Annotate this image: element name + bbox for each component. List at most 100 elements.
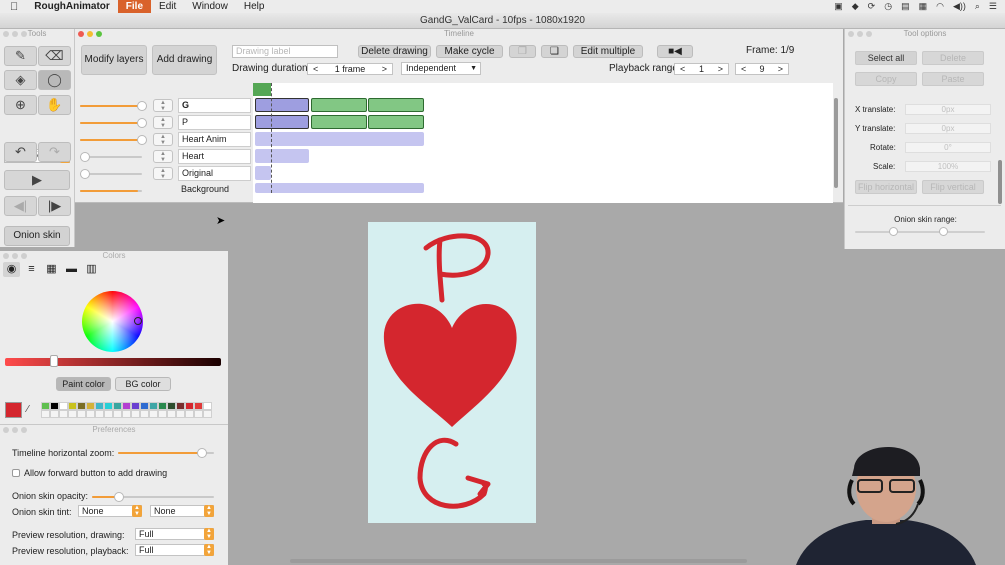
palette-swatch[interactable] <box>185 402 194 410</box>
menu-app-name[interactable]: RoughAnimator <box>26 0 118 13</box>
grid-icon[interactable]: ▦ <box>919 1 928 12</box>
scale-field[interactable]: 100% <box>905 161 991 172</box>
color-palettes-tab-icon[interactable]: ▦ <box>43 262 60 277</box>
eraser-tool-icon[interactable]: ⌫ <box>38 46 71 66</box>
range-start-decrement-icon[interactable]: < <box>680 64 685 74</box>
palette-swatch[interactable] <box>77 402 86 410</box>
layer-opacity-slider[interactable] <box>80 118 147 128</box>
color-wheel-tab-icon[interactable]: ◉ <box>3 262 20 277</box>
palette-swatch-empty[interactable] <box>149 410 158 418</box>
bg-color-button[interactable]: BG color <box>115 377 171 391</box>
palette-swatch[interactable] <box>176 402 185 410</box>
frame-cell[interactable] <box>311 98 367 112</box>
sync-icon[interactable]: ⟳ <box>868 1 876 12</box>
frame-cell[interactable] <box>255 132 424 146</box>
onion-tint-select-b[interactable]: None ▲ ▼ <box>150 505 214 517</box>
duration-increment-icon[interactable]: > <box>382 64 387 74</box>
layer-name-heart-anim[interactable]: Heart Anim <box>178 132 251 147</box>
undo-icon[interactable]: ↶ <box>4 142 37 162</box>
palette-swatch-empty[interactable] <box>158 410 167 418</box>
onion-skin-button[interactable]: Onion skin <box>4 226 70 246</box>
palette-swatch[interactable] <box>41 402 50 410</box>
flip-horizontal-button[interactable]: Flip horizontal <box>855 180 917 194</box>
palette-swatch[interactable] <box>203 402 212 410</box>
delete-selection-button[interactable]: Delete <box>922 51 984 65</box>
frame-cell[interactable] <box>311 115 367 129</box>
range-end-decrement-icon[interactable]: < <box>741 64 746 74</box>
canvas-horizontal-scrollbar[interactable] <box>290 559 747 563</box>
delete-drawing-button[interactable]: Delete drawing <box>358 45 431 58</box>
palette-swatch-empty[interactable] <box>95 410 104 418</box>
palette-swatch-empty[interactable] <box>113 410 122 418</box>
palette-swatch-empty[interactable] <box>194 410 203 418</box>
current-frame-marker[interactable] <box>253 83 271 96</box>
palette-swatch-empty[interactable] <box>41 410 50 418</box>
onion-opacity-slider[interactable] <box>92 492 214 502</box>
layer-order-stepper[interactable]: ▲ ▼ <box>153 116 173 129</box>
layer-name-p[interactable]: P <box>178 115 251 130</box>
menu-help[interactable]: Help <box>236 0 273 13</box>
menu-window[interactable]: Window <box>184 0 236 13</box>
palette-swatch[interactable] <box>194 402 203 410</box>
eyedropper-icon[interactable]: ⁄ <box>27 404 29 415</box>
duration-mode-select[interactable]: Independent ▼ <box>401 62 481 75</box>
layer-opacity-slider[interactable] <box>80 135 147 145</box>
frame-cell[interactable] <box>368 98 424 112</box>
wifi-icon[interactable]: ◠ <box>936 1 944 12</box>
palette-swatch-empty[interactable] <box>203 410 212 418</box>
layer-opacity-slider[interactable] <box>80 169 142 179</box>
crayons-tab-icon[interactable]: ▥ <box>83 262 100 277</box>
frame-cell[interactable] <box>255 183 424 193</box>
copy-button[interactable]: Copy <box>855 72 917 86</box>
paste-button[interactable]: Paste <box>922 72 984 86</box>
playback-end-stepper[interactable]: < 9 > <box>735 63 789 75</box>
palette-swatch-empty[interactable] <box>167 410 176 418</box>
make-cycle-button[interactable]: Make cycle <box>436 45 503 58</box>
y-translate-field[interactable]: 0px <box>905 123 991 134</box>
timeline-zoom-slider[interactable] <box>118 448 214 458</box>
layer-order-stepper[interactable]: ▲ ▼ <box>153 99 173 112</box>
palette-swatch[interactable] <box>131 402 140 410</box>
palette-swatch-empty[interactable] <box>86 410 95 418</box>
flip-vertical-button[interactable]: Flip vertical <box>922 180 984 194</box>
layer-name-original[interactable]: Original <box>178 166 251 181</box>
color-palette[interactable] <box>41 402 212 418</box>
preview-playback-select[interactable]: Full ▲ ▼ <box>135 544 214 556</box>
frame-cell[interactable] <box>255 115 309 129</box>
dropbox-icon[interactable]: ◆ <box>852 1 859 12</box>
onion-skin-range-slider[interactable] <box>855 227 985 236</box>
redo-icon[interactable]: ↷ <box>38 142 71 162</box>
palette-swatch[interactable] <box>113 402 122 410</box>
frame-cell[interactable] <box>255 149 309 163</box>
play-icon[interactable]: ▶ <box>4 170 70 190</box>
modify-layers-button[interactable]: Modify layers <box>81 45 147 75</box>
palette-swatch-empty[interactable] <box>59 410 68 418</box>
previous-frame-icon[interactable]: ◀| <box>4 196 37 216</box>
frame-cell[interactable] <box>368 115 424 129</box>
onion-tint-select-a[interactable]: None ▲ ▼ <box>78 505 142 517</box>
x-translate-field[interactable]: 0px <box>905 104 991 115</box>
camera-status-icon[interactable]: ▣ <box>834 1 843 12</box>
range-start-increment-icon[interactable]: > <box>718 64 723 74</box>
fill-tool-icon[interactable]: ◈ <box>4 70 37 90</box>
palette-swatch[interactable] <box>68 402 77 410</box>
palette-swatch[interactable] <box>59 402 68 410</box>
palette-swatch[interactable] <box>50 402 59 410</box>
next-frame-icon[interactable]: |▶ <box>38 196 71 216</box>
add-drawing-button[interactable]: Add drawing <box>152 45 217 75</box>
menu-edit[interactable]: Edit <box>151 0 184 13</box>
image-palette-tab-icon[interactable]: ▬ <box>63 262 80 277</box>
drawing-label-input[interactable]: Drawing label <box>232 45 338 58</box>
playback-start-stepper[interactable]: < 1 > <box>674 63 729 75</box>
window-icon[interactable]: ▤ <box>901 1 910 12</box>
timeline-vertical-scrollbar[interactable] <box>834 98 838 188</box>
rotate-field[interactable]: 0° <box>905 142 991 153</box>
palette-swatch-empty[interactable] <box>68 410 77 418</box>
allow-forward-checkbox[interactable] <box>12 469 20 477</box>
select-all-button[interactable]: Select all <box>855 51 917 65</box>
palette-swatch[interactable] <box>158 402 167 410</box>
frame-cell[interactable] <box>255 166 271 180</box>
hand-tool-icon[interactable]: ✋ <box>38 95 71 115</box>
brightness-slider[interactable] <box>5 355 221 367</box>
palette-swatch[interactable] <box>149 402 158 410</box>
